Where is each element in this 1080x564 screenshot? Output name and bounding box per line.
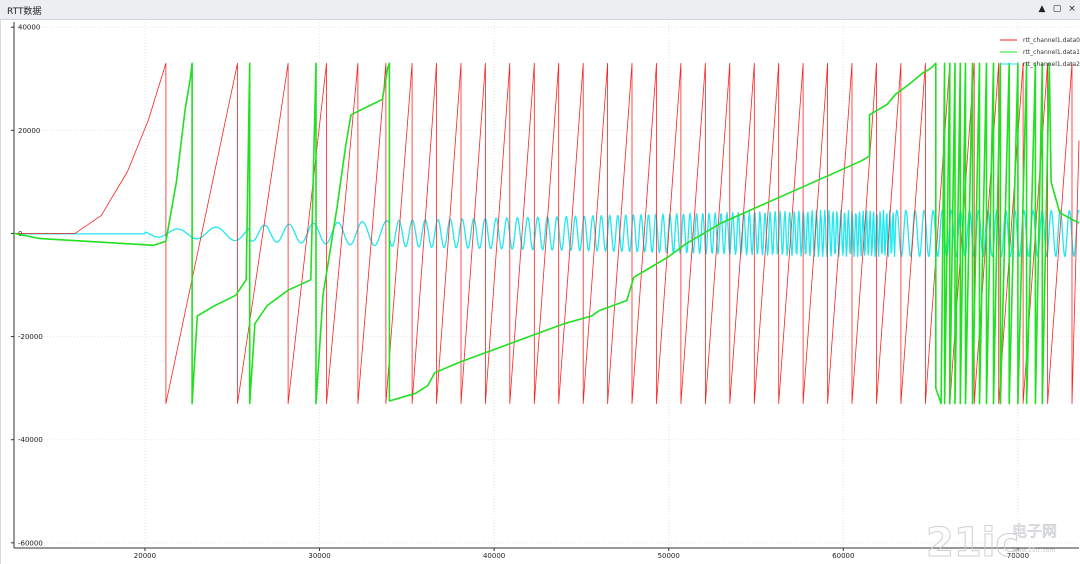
axes: 20000 30000 40000 50000 60000 700004000020000… — [11, 22, 1079, 560]
x-tick-label: 20000 — [134, 552, 156, 560]
legend-label: rtt_channel1.data0 — [1023, 37, 1080, 44]
legend-label: rtt_channel1.data1 — [1023, 49, 1080, 56]
grid-lines — [14, 22, 1079, 548]
x-tick-label: 40000 — [483, 552, 505, 560]
y-tick-label: 20000 — [18, 127, 40, 135]
x-tick-label: 50000 — [658, 552, 680, 560]
y-tick-label: -40000 — [18, 436, 43, 444]
watermark-logo: 21ic电子网 www.21ic.com — [926, 520, 1058, 564]
x-tick-label: 30000 — [308, 552, 330, 560]
watermark-brand-cn: 电子网 — [1012, 522, 1057, 540]
y-tick-label: -20000 — [18, 333, 43, 341]
legend-label: rtt_channel1.data2 — [1023, 61, 1080, 68]
line-chart[interactable]: 20000 30000 40000 50000 60000 700004000020000… — [0, 0, 1080, 564]
watermark-url: www.21ic.com — [1012, 547, 1056, 554]
y-tick-label: -60000 — [18, 539, 43, 547]
watermark-brand: 21ic — [926, 520, 1019, 564]
legend: rtt_channel1.data0 rtt_channel1.data1 rtt_… — [1000, 37, 1080, 68]
x-tick-label: 60000 — [832, 552, 854, 560]
y-tick-label: 40000 — [18, 24, 40, 32]
